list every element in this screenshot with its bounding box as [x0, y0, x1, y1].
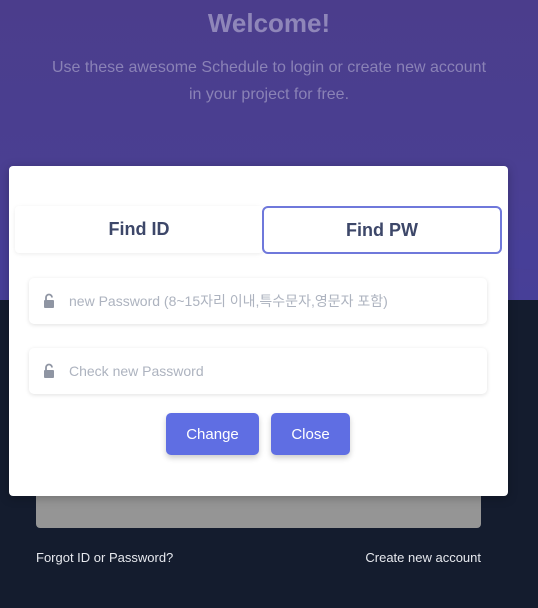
- check-password-input[interactable]: [69, 363, 487, 379]
- tab-find-pw[interactable]: Find PW: [262, 206, 502, 254]
- subtitle-line-2: in your project for free.: [188, 86, 350, 103]
- page-title: Welcome!: [207, 8, 331, 38]
- check-password-field: [29, 348, 487, 394]
- close-button[interactable]: Close: [271, 413, 350, 455]
- new-password-field: [29, 278, 487, 324]
- create-account-link[interactable]: Create new account: [365, 550, 481, 565]
- subtitle-line-1: Use these awesome Schedule to login or c…: [51, 59, 487, 76]
- page-subtitle: Use these awesome Schedule to login or c…: [30, 54, 508, 108]
- new-password-input[interactable]: [69, 293, 487, 309]
- find-account-modal: Find ID Find PW Change Close: [9, 166, 508, 496]
- change-button[interactable]: Change: [166, 413, 259, 455]
- lock-icon: [29, 363, 69, 379]
- forgot-id-password-link[interactable]: Forgot ID or Password?: [36, 550, 173, 565]
- lock-icon: [29, 293, 69, 309]
- tab-find-id[interactable]: Find ID: [15, 206, 263, 253]
